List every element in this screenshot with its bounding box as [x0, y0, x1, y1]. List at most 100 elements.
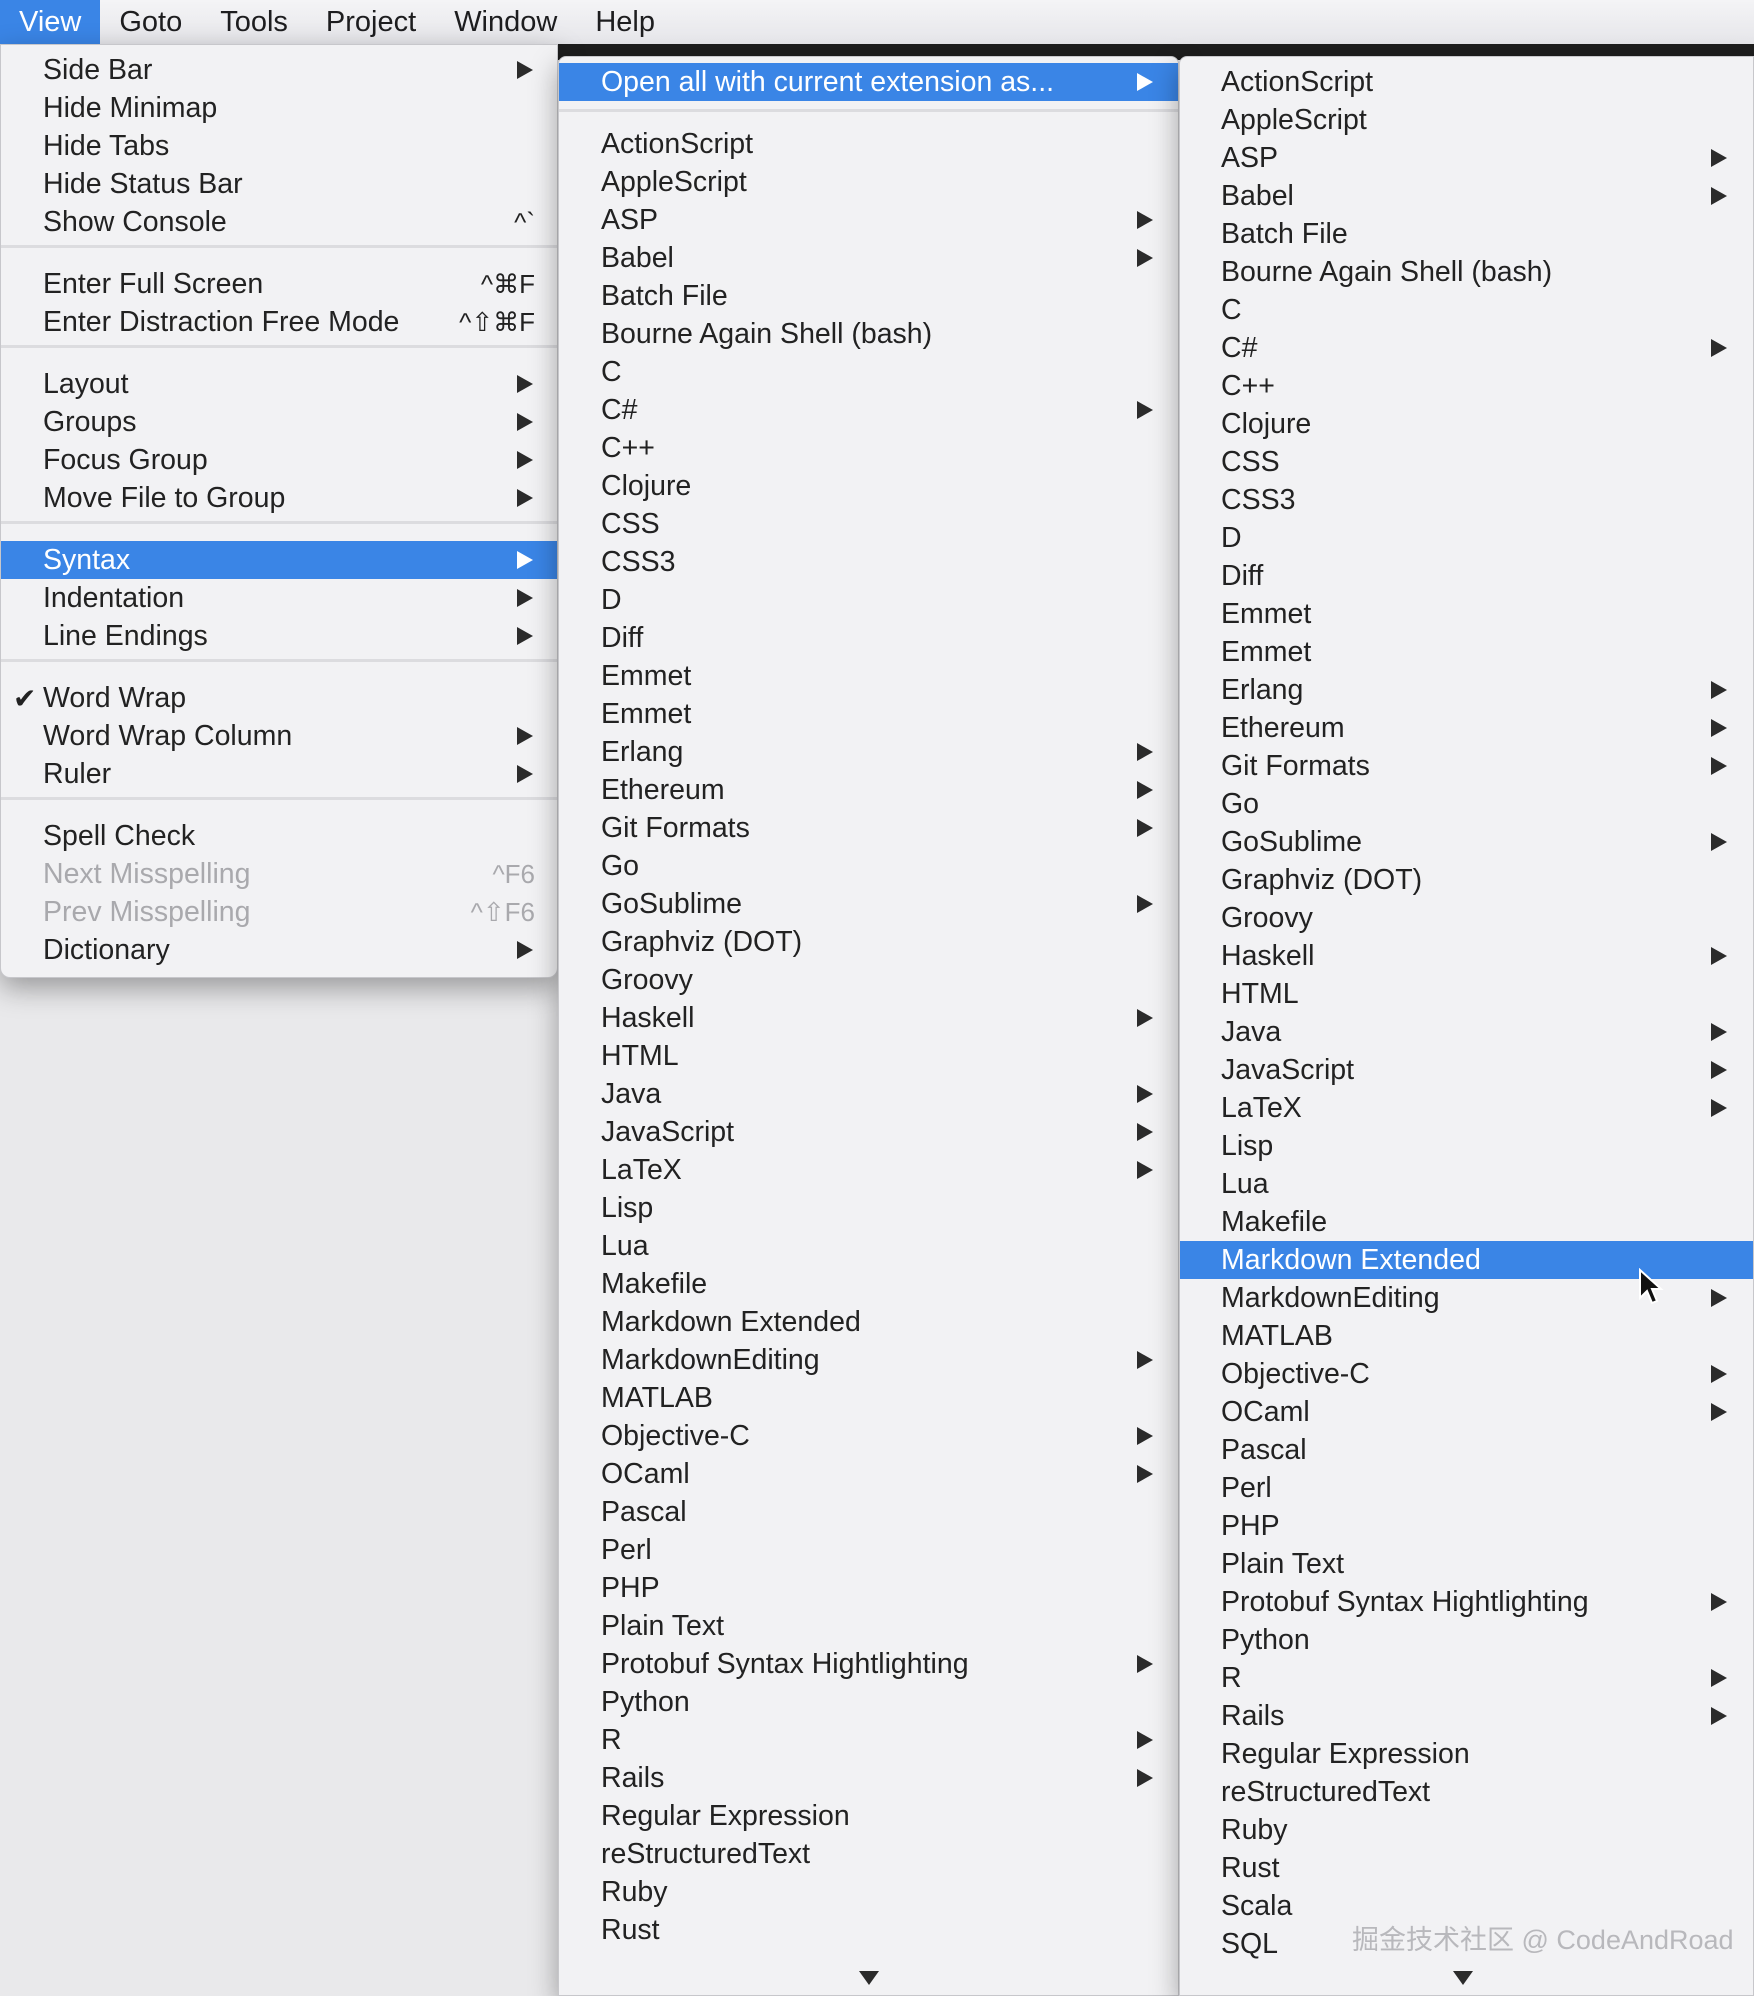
- syntax-item-diff[interactable]: Diff: [559, 619, 1178, 657]
- syntax-item-javascript[interactable]: JavaScript: [559, 1113, 1178, 1151]
- syntax-item-python[interactable]: Python: [559, 1683, 1178, 1721]
- menu-item-move-file-to-group[interactable]: Move File to Group: [1, 479, 557, 517]
- extension-item-objective-c[interactable]: Objective-C: [1180, 1355, 1753, 1393]
- syntax-item-graphviz-dot[interactable]: Graphviz (DOT): [559, 923, 1178, 961]
- syntax-item-ruby[interactable]: Ruby: [559, 1873, 1178, 1911]
- extension-item-php[interactable]: PHP: [1180, 1507, 1753, 1545]
- menu-item-word-wrap-column[interactable]: Word Wrap Column: [1, 717, 557, 755]
- extension-item-erlang[interactable]: Erlang: [1180, 671, 1753, 709]
- menu-item-spell-check[interactable]: Spell Check: [1, 817, 557, 855]
- extension-item-go[interactable]: Go: [1180, 785, 1753, 823]
- syntax-item-rust[interactable]: Rust: [559, 1911, 1178, 1949]
- extension-item-c[interactable]: C++: [1180, 367, 1753, 405]
- extension-item-latex[interactable]: LaTeX: [1180, 1089, 1753, 1127]
- syntax-item-makefile[interactable]: Makefile: [559, 1265, 1178, 1303]
- extension-item-ocaml[interactable]: OCaml: [1180, 1393, 1753, 1431]
- menu-item-word-wrap[interactable]: ✔ Word Wrap: [1, 679, 557, 717]
- syntax-item-lua[interactable]: Lua: [559, 1227, 1178, 1265]
- syntax-item-erlang[interactable]: Erlang: [559, 733, 1178, 771]
- syntax-item-restructuredtext[interactable]: reStructuredText: [559, 1835, 1178, 1873]
- syntax-item-c[interactable]: C#: [559, 391, 1178, 429]
- syntax-item-objective-c[interactable]: Objective-C: [559, 1417, 1178, 1455]
- syntax-item-css[interactable]: CSS: [559, 505, 1178, 543]
- extension-item-protobuf-syntax-hightlighting[interactable]: Protobuf Syntax Hightlighting: [1180, 1583, 1753, 1621]
- menu-item-syntax[interactable]: Syntax: [1, 541, 557, 579]
- menubar-item-view[interactable]: View: [0, 0, 101, 44]
- extension-item-babel[interactable]: Babel: [1180, 177, 1753, 215]
- syntax-item-lisp[interactable]: Lisp: [559, 1189, 1178, 1227]
- extension-item-c[interactable]: C#: [1180, 329, 1753, 367]
- syntax-item-ocaml[interactable]: OCaml: [559, 1455, 1178, 1493]
- syntax-item-d[interactable]: D: [559, 581, 1178, 619]
- extension-item-haskell[interactable]: Haskell: [1180, 937, 1753, 975]
- extension-item-rust[interactable]: Rust: [1180, 1849, 1753, 1887]
- extension-item-c[interactable]: C: [1180, 291, 1753, 329]
- syntax-item-r[interactable]: R: [559, 1721, 1178, 1759]
- extension-item-asp[interactable]: ASP: [1180, 139, 1753, 177]
- menu-item-ruler[interactable]: Ruler: [1, 755, 557, 793]
- syntax-item-asp[interactable]: ASP: [559, 201, 1178, 239]
- menu-item-layout[interactable]: Layout: [1, 365, 557, 403]
- syntax-item-rails[interactable]: Rails: [559, 1759, 1178, 1797]
- extension-item-git-formats[interactable]: Git Formats: [1180, 747, 1753, 785]
- extension-item-plain-text[interactable]: Plain Text: [1180, 1545, 1753, 1583]
- menu-item-enter-distraction-free-mode[interactable]: Enter Distraction Free Mode ^⇧⌘F: [1, 303, 557, 341]
- syntax-item-ethereum[interactable]: Ethereum: [559, 771, 1178, 809]
- extension-item-makefile[interactable]: Makefile: [1180, 1203, 1753, 1241]
- extension-item-css3[interactable]: CSS3: [1180, 481, 1753, 519]
- menu-item-hide-minimap[interactable]: Hide Minimap: [1, 89, 557, 127]
- syntax-item-matlab[interactable]: MATLAB: [559, 1379, 1178, 1417]
- extension-item-ruby[interactable]: Ruby: [1180, 1811, 1753, 1849]
- menu-item-line-endings[interactable]: Line Endings: [1, 617, 557, 655]
- syntax-item-clojure[interactable]: Clojure: [559, 467, 1178, 505]
- syntax-item-emmet[interactable]: Emmet: [559, 695, 1178, 733]
- extension-item-gosublime[interactable]: GoSublime: [1180, 823, 1753, 861]
- menubar-item-help[interactable]: Help: [576, 0, 674, 44]
- syntax-item-actionscript[interactable]: ActionScript: [559, 125, 1178, 163]
- syntax-item-groovy[interactable]: Groovy: [559, 961, 1178, 999]
- extension-item-graphviz-dot[interactable]: Graphviz (DOT): [1180, 861, 1753, 899]
- menu-item-indentation[interactable]: Indentation: [1, 579, 557, 617]
- syntax-item-c[interactable]: C++: [559, 429, 1178, 467]
- syntax-item-markdownediting[interactable]: MarkdownEditing: [559, 1341, 1178, 1379]
- syntax-item-haskell[interactable]: Haskell: [559, 999, 1178, 1037]
- menu-item-hide-tabs[interactable]: Hide Tabs: [1, 127, 557, 165]
- scroll-down-arrow-icon[interactable]: [1453, 1971, 1473, 1985]
- extension-item-emmet[interactable]: Emmet: [1180, 595, 1753, 633]
- syntax-item-latex[interactable]: LaTeX: [559, 1151, 1178, 1189]
- syntax-item-html[interactable]: HTML: [559, 1037, 1178, 1075]
- menu-item-show-console[interactable]: Show Console ^`: [1, 203, 557, 241]
- extension-item-html[interactable]: HTML: [1180, 975, 1753, 1013]
- extension-item-markdownediting[interactable]: MarkdownEditing: [1180, 1279, 1753, 1317]
- syntax-item-css3[interactable]: CSS3: [559, 543, 1178, 581]
- extension-item-groovy[interactable]: Groovy: [1180, 899, 1753, 937]
- menu-item-enter-full-screen[interactable]: Enter Full Screen ^⌘F: [1, 265, 557, 303]
- syntax-item-bourne-again-shell-bash[interactable]: Bourne Again Shell (bash): [559, 315, 1178, 353]
- extension-item-emmet[interactable]: Emmet: [1180, 633, 1753, 671]
- menubar-item-goto[interactable]: Goto: [100, 0, 201, 44]
- menubar-item-project[interactable]: Project: [307, 0, 435, 44]
- extension-item-css[interactable]: CSS: [1180, 443, 1753, 481]
- syntax-item-go[interactable]: Go: [559, 847, 1178, 885]
- syntax-item-markdown-extended[interactable]: Markdown Extended: [559, 1303, 1178, 1341]
- syntax-item-emmet[interactable]: Emmet: [559, 657, 1178, 695]
- extension-item-bourne-again-shell-bash[interactable]: Bourne Again Shell (bash): [1180, 253, 1753, 291]
- menubar-item-tools[interactable]: Tools: [201, 0, 307, 44]
- syntax-item-batch-file[interactable]: Batch File: [559, 277, 1178, 315]
- extension-item-python[interactable]: Python: [1180, 1621, 1753, 1659]
- extension-item-r[interactable]: R: [1180, 1659, 1753, 1697]
- extension-item-markdown-extended[interactable]: Markdown Extended: [1180, 1241, 1753, 1279]
- extension-item-lua[interactable]: Lua: [1180, 1165, 1753, 1203]
- syntax-item-protobuf-syntax-hightlighting[interactable]: Protobuf Syntax Hightlighting: [559, 1645, 1178, 1683]
- extension-item-clojure[interactable]: Clojure: [1180, 405, 1753, 443]
- syntax-item-plain-text[interactable]: Plain Text: [559, 1607, 1178, 1645]
- extension-item-ethereum[interactable]: Ethereum: [1180, 709, 1753, 747]
- syntax-item-git-formats[interactable]: Git Formats: [559, 809, 1178, 847]
- extension-item-pascal[interactable]: Pascal: [1180, 1431, 1753, 1469]
- syntax-item-perl[interactable]: Perl: [559, 1531, 1178, 1569]
- extension-item-regular-expression[interactable]: Regular Expression: [1180, 1735, 1753, 1773]
- menu-item-dictionary[interactable]: Dictionary: [1, 931, 557, 969]
- menu-item-open-all-with-current-extension-as[interactable]: Open all with current extension as...: [559, 63, 1178, 101]
- syntax-item-c[interactable]: C: [559, 353, 1178, 391]
- scroll-down-arrow-icon[interactable]: [859, 1971, 879, 1985]
